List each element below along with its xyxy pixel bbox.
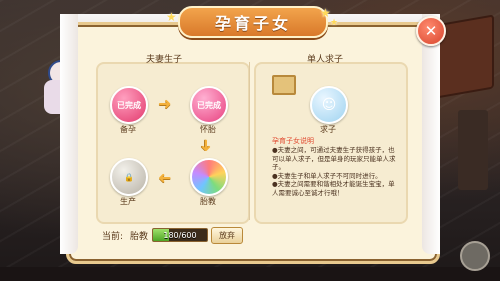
node-label: 怀胎 xyxy=(200,125,216,134)
node-label: 备孕 xyxy=(120,125,136,134)
node-label: 生产 xyxy=(120,197,136,206)
couple-panel-title: 夫妻生子 xyxy=(146,55,183,65)
single-panel-title: 单人求子 xyxy=(307,55,344,65)
pregnancy-node[interactable]: 已完成 xyxy=(190,86,228,124)
curtain-right xyxy=(422,14,440,254)
completed-badge: 已完成 xyxy=(197,100,221,110)
progress-bar: 180/600 xyxy=(152,228,208,242)
info-line: ●夫妻之间需要和谐相处才能诞生宝宝，单人需要诚心至诚才行哦！ xyxy=(272,180,395,197)
star-icon: ★ xyxy=(166,10,177,24)
info-title: 孕育子女说明 xyxy=(272,137,314,145)
arrow-right-icon: ➜ xyxy=(158,94,172,113)
current-stage: 胎教 xyxy=(130,232,149,242)
prenatal-education-node[interactable] xyxy=(190,158,228,196)
current-label: 当前: xyxy=(102,232,124,242)
chat-round-button[interactable] xyxy=(460,241,490,271)
dialog-title: 孕育子女 xyxy=(178,6,328,38)
arrow-down-icon: ➜ xyxy=(197,138,217,153)
node-label: 求子 xyxy=(320,125,336,134)
book-icon[interactable] xyxy=(272,75,296,95)
background-furniture-2 xyxy=(458,110,488,190)
arrow-left-icon: ➜ xyxy=(158,168,172,187)
give-up-button[interactable]: 放弃 xyxy=(211,227,243,244)
info-line: ●夫妻之间，可通过夫妻生子获得孩子，也可以单人求子，但是单身的玩家只能单人求子。 xyxy=(272,146,396,171)
panel-divider xyxy=(249,62,250,220)
baby-icon: ☺ xyxy=(321,97,337,113)
close-icon: ✕ xyxy=(424,22,438,40)
star-icon: ★ xyxy=(330,18,339,28)
birth-node[interactable]: 🔒 xyxy=(110,158,148,196)
baby-node[interactable]: ☺ xyxy=(310,86,348,124)
completed-badge: 已完成 xyxy=(117,100,141,110)
info-line: ●夫妻生子和单人求子不可同时进行。 xyxy=(272,171,382,180)
node-label: 胎教 xyxy=(200,197,216,206)
progress-text: 180/600 xyxy=(163,230,197,240)
info-text: ●夫妻之间，可通过夫妻生子获得孩子，也可以单人求子，但是单身的玩家只能单人求子。… xyxy=(272,146,400,197)
bottom-bar xyxy=(0,267,500,281)
lock-icon: 🔒 xyxy=(124,172,134,182)
curtain-left xyxy=(60,14,78,254)
pregnancy-prep-node[interactable]: 已完成 xyxy=(110,86,148,124)
close-button[interactable]: ✕ xyxy=(416,16,446,46)
